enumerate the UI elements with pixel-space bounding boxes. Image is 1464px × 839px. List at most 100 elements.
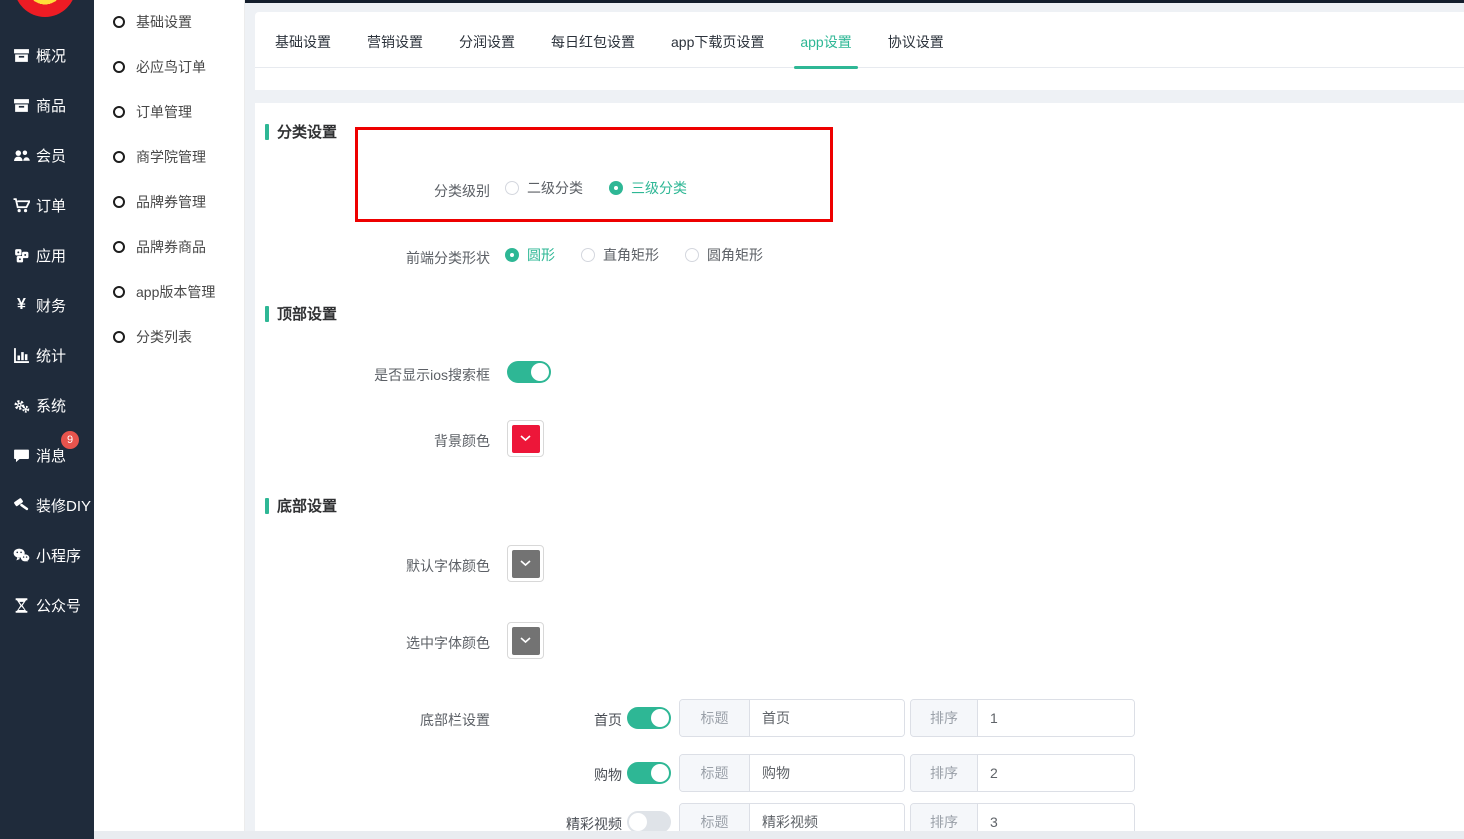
sidebar-item-overview[interactable]: 概况	[0, 38, 94, 72]
sidebar-item-label: 小程序	[36, 545, 81, 566]
submenu-item-business-school[interactable]: 商学院管理	[94, 142, 245, 172]
ios-search-toggle[interactable]	[507, 361, 551, 383]
sidebar-item-miniprogram[interactable]: 小程序	[0, 538, 94, 572]
shopping-sort-input[interactable]	[978, 755, 1134, 791]
sidebar-item-goods[interactable]: 商品	[0, 88, 94, 122]
sidebar-item-label: 会员	[36, 145, 66, 166]
tab-app-settings[interactable]: app设置	[782, 32, 869, 67]
sidebar-item-label: 公众号	[36, 595, 81, 616]
tab-agreement-settings[interactable]: 协议设置	[870, 32, 962, 67]
submenu-item-category-list[interactable]: 分类列表	[94, 322, 245, 352]
sidebar-item-label: 订单	[36, 195, 66, 216]
tab-profit-settings[interactable]: 分润设置	[441, 32, 533, 67]
video-sort-group: 排序	[910, 803, 1135, 831]
video-sort-input[interactable]	[978, 804, 1134, 831]
video-toggle[interactable]	[627, 811, 671, 831]
title-prepend-label: 标题	[680, 755, 750, 791]
row-name-label: 首页	[510, 710, 622, 730]
video-title-group: 标题	[679, 803, 905, 831]
sidebar-item-members[interactable]: 会员	[0, 138, 94, 172]
admin-settings-page: 概况 商品 会员 订单 应用 ¥ 财务 统计 系统	[0, 0, 1464, 839]
primary-sidebar: 概况 商品 会员 订单 应用 ¥ 财务 统计 系统	[0, 0, 94, 839]
radio-label: 圆角矩形	[707, 245, 763, 265]
selected-font-color-label: 选中字体颜色	[255, 633, 495, 653]
color-swatch	[512, 425, 540, 453]
sidebar-item-label: 商品	[36, 95, 66, 116]
bg-color-label: 背景颜色	[255, 431, 495, 451]
radio-icon	[505, 248, 519, 262]
horizontal-scrollbar[interactable]	[94, 831, 1464, 839]
sidebar-item-label: 财务	[36, 295, 66, 316]
submenu-item-order-management[interactable]: 订单管理	[94, 97, 245, 127]
bottom-bar-row-shopping: 购物 标题 排序	[255, 754, 1464, 792]
system-icon	[12, 397, 31, 414]
submenu-item-app-version[interactable]: app版本管理	[94, 277, 245, 307]
sidebar-item-finance[interactable]: ¥ 财务	[0, 288, 94, 322]
shopping-title-input[interactable]	[750, 755, 904, 791]
shopping-toggle[interactable]	[627, 762, 671, 784]
overview-icon	[12, 47, 31, 64]
circle-o-icon	[113, 241, 125, 253]
stats-icon	[12, 347, 31, 364]
video-title-input[interactable]	[750, 804, 904, 831]
radio-label: 圆形	[527, 245, 555, 265]
submenu-item-label: 品牌券管理	[136, 192, 206, 212]
submenu-item-basic-settings[interactable]: 基础设置	[94, 7, 245, 37]
home-title-input[interactable]	[750, 700, 904, 736]
tabs-card: 基础设置 营销设置 分润设置 每日红包设置 app下载页设置 app设置 协议设…	[255, 12, 1464, 90]
section-accent-bar	[265, 124, 269, 140]
section-accent-bar	[265, 306, 269, 322]
radio-shape-square[interactable]: 直角矩形	[581, 245, 659, 265]
default-font-color-picker[interactable]	[507, 545, 544, 582]
secondary-sidebar: 基础设置 必应鸟订单 订单管理 商学院管理 品牌券管理 品牌券商品 app版本管…	[94, 0, 245, 839]
radio-shape-circle[interactable]: 圆形	[505, 245, 555, 265]
section-title: 底部设置	[277, 495, 337, 516]
message-count-badge: 9	[61, 431, 79, 449]
home-toggle[interactable]	[627, 707, 671, 729]
sidebar-item-stats[interactable]: 统计	[0, 338, 94, 372]
sidebar-item-messages[interactable]: 消息	[0, 438, 94, 472]
tab-marketing-settings[interactable]: 营销设置	[349, 32, 441, 67]
circle-o-icon	[113, 331, 125, 343]
submenu-item-label: 订单管理	[136, 102, 192, 122]
radio-label: 二级分类	[527, 178, 583, 198]
default-font-color-label: 默认字体颜色	[255, 556, 495, 576]
sidebar-item-diy[interactable]: 装修DIY	[0, 488, 94, 522]
circle-o-icon	[113, 286, 125, 298]
submenu-item-label: 基础设置	[136, 12, 192, 32]
top-header-edge	[245, 0, 1464, 3]
radio-two-level-category[interactable]: 二级分类	[505, 178, 583, 198]
title-prepend-label: 标题	[680, 700, 750, 736]
radio-three-level-category[interactable]: 三级分类	[609, 178, 687, 198]
sidebar-item-apps[interactable]: 应用	[0, 238, 94, 272]
submenu-item-brand-coupon-goods[interactable]: 品牌券商品	[94, 232, 245, 262]
tab-daily-redpacket-settings[interactable]: 每日红包设置	[533, 32, 653, 67]
submenu-item-label: 品牌券商品	[136, 237, 206, 257]
diy-icon	[12, 497, 31, 514]
sort-prepend-label: 排序	[911, 755, 978, 791]
title-prepend-label: 标题	[680, 804, 750, 831]
bg-color-picker[interactable]	[507, 420, 544, 457]
radio-label: 三级分类	[631, 178, 687, 198]
bottom-bar-label: 底部栏设置	[255, 710, 495, 730]
tab-basic-settings[interactable]: 基础设置	[257, 32, 349, 67]
section-bottom-settings: 底部设置	[265, 495, 337, 516]
tab-app-download-settings[interactable]: app下载页设置	[653, 32, 782, 67]
settings-tabs: 基础设置 营销设置 分润设置 每日红包设置 app下载页设置 app设置 协议设…	[255, 32, 1464, 68]
home-sort-input[interactable]	[978, 700, 1134, 736]
shopping-title-group: 标题	[679, 754, 905, 792]
orders-icon	[12, 197, 31, 214]
sidebar-item-official-account[interactable]: 公众号	[0, 588, 94, 622]
goods-icon	[12, 97, 31, 114]
sidebar-item-orders[interactable]: 订单	[0, 188, 94, 222]
message-icon	[12, 447, 31, 464]
sidebar-item-system[interactable]: 系统	[0, 388, 94, 422]
ios-search-label: 是否显示ios搜索框	[255, 365, 495, 385]
radio-shape-rounded[interactable]: 圆角矩形	[685, 245, 763, 265]
submenu-item-biyingniao-orders[interactable]: 必应鸟订单	[94, 52, 245, 82]
sidebar-item-label: 统计	[36, 345, 66, 366]
selected-font-color-picker[interactable]	[507, 622, 544, 659]
radio-icon	[609, 181, 623, 195]
submenu-item-brand-coupon-management[interactable]: 品牌券管理	[94, 187, 245, 217]
radio-icon	[505, 181, 519, 195]
